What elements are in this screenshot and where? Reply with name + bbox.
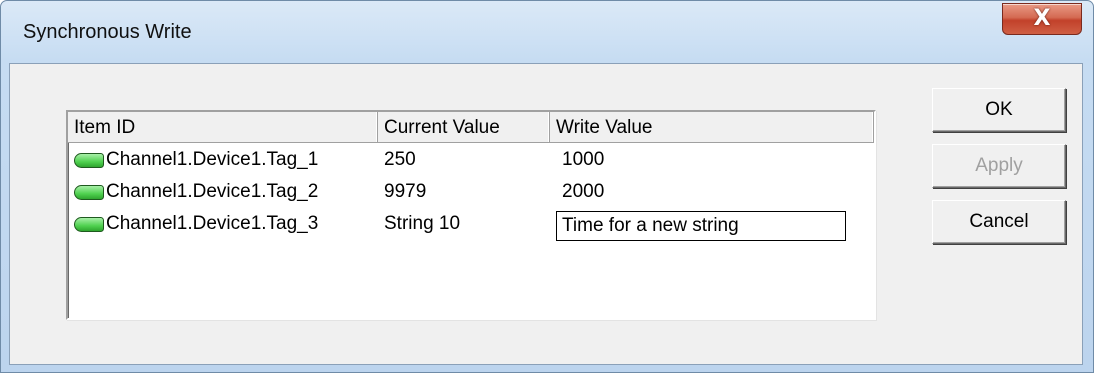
items-list-view[interactable]: Item ID Current Value Write Value Channe… — [66, 110, 876, 320]
table-row[interactable]: Channel1.Device1.Tag_3 String 10 Time fo… — [68, 208, 874, 241]
close-icon: X — [1033, 6, 1051, 31]
close-button[interactable]: X — [1002, 3, 1082, 35]
dialog-window: Synchronous Write X Item ID Current Valu… — [0, 0, 1094, 373]
table-row[interactable]: Channel1.Device1.Tag_1 250 1000 — [68, 144, 874, 176]
item-id-cell: Channel1.Device1.Tag_1 — [106, 149, 319, 170]
title-bar[interactable]: Synchronous Write X — [1, 1, 1093, 61]
tag-icon — [74, 153, 104, 168]
write-value-edit-field[interactable]: Time for a new string — [556, 211, 846, 241]
table-row[interactable]: Channel1.Device1.Tag_2 9979 2000 — [68, 176, 874, 208]
column-header-write-value[interactable]: Write Value — [550, 112, 874, 142]
item-id-cell: Channel1.Device1.Tag_2 — [106, 181, 319, 202]
write-value-cell[interactable]: 2000 — [562, 176, 604, 208]
write-value-cell[interactable]: 1000 — [562, 144, 604, 176]
tag-icon — [74, 217, 104, 232]
list-header: Item ID Current Value Write Value — [68, 112, 874, 143]
cancel-button[interactable]: Cancel — [932, 200, 1066, 244]
current-value-cell: 250 — [384, 149, 416, 170]
ok-button[interactable]: OK — [932, 88, 1066, 132]
apply-button[interactable]: Apply — [932, 144, 1066, 188]
item-id-cell: Channel1.Device1.Tag_3 — [106, 213, 319, 234]
current-value-cell: String 10 — [384, 213, 461, 234]
tag-icon — [74, 185, 104, 200]
window-title: Synchronous Write — [23, 21, 192, 43]
column-header-item-id[interactable]: Item ID — [68, 112, 378, 142]
column-header-current-value[interactable]: Current Value — [378, 112, 550, 142]
dialog-client-area: Item ID Current Value Write Value Channe… — [9, 63, 1083, 365]
current-value-cell: 9979 — [384, 181, 427, 202]
